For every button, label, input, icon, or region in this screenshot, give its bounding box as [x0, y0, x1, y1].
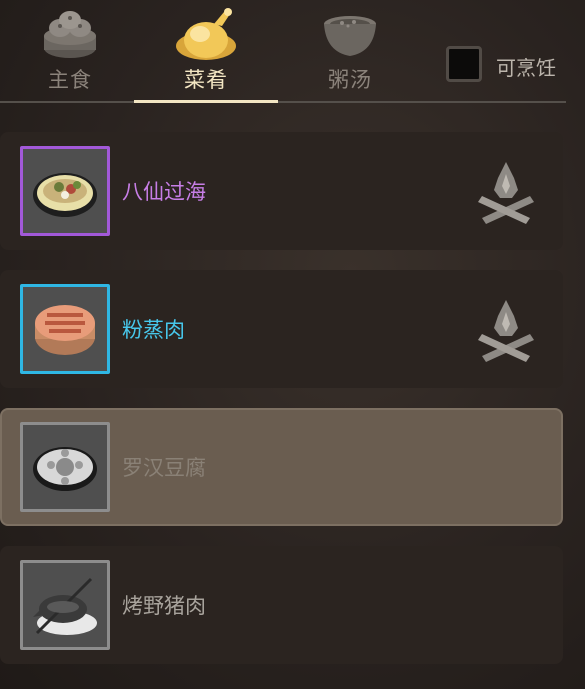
- dish-icon-frame: [20, 146, 110, 236]
- dish-icon-frame: [20, 560, 110, 650]
- dish-name: 烤野猪肉: [122, 594, 206, 618]
- dish-row[interactable]: 八仙过海: [0, 132, 563, 250]
- active-tab-indicator: [134, 100, 278, 103]
- campfire-icon: [478, 300, 534, 362]
- tab-label: 主食: [48, 68, 92, 92]
- campfire-icon: [478, 162, 534, 224]
- dish-icon-frame: [20, 284, 110, 374]
- luohan-tofu-icon: [33, 447, 97, 491]
- dish-row[interactable]: 烤野猪肉: [0, 546, 563, 664]
- dish-name: 粉蒸肉: [122, 318, 185, 342]
- soup-bowl-icon: [324, 16, 376, 56]
- dish-name: 罗汉豆腐: [122, 456, 206, 480]
- steamed-buns-icon: [44, 11, 96, 58]
- steamed-pork-icon: [35, 305, 95, 355]
- roast-boar-icon: [33, 577, 97, 635]
- dish-row-selected[interactable]: 罗汉豆腐: [0, 408, 563, 526]
- dish-icon-frame: [20, 422, 110, 512]
- tab-label: 粥汤: [328, 68, 372, 92]
- eight-immortals-dish-icon: [33, 173, 97, 217]
- cookable-checkbox[interactable]: [446, 46, 482, 82]
- tab-label: 菜肴: [184, 68, 228, 92]
- cookable-label: 可烹饪: [496, 56, 556, 80]
- tab-dishes[interactable]: 菜肴: [136, 0, 276, 100]
- dish-name: 八仙过海: [122, 180, 206, 204]
- tab-divider: [0, 101, 566, 103]
- dish-row[interactable]: 粉蒸肉: [0, 270, 563, 388]
- tab-staple-food[interactable]: 主食: [0, 0, 140, 100]
- tab-soups[interactable]: 粥汤: [280, 0, 420, 100]
- roast-dish-icon: [176, 8, 236, 60]
